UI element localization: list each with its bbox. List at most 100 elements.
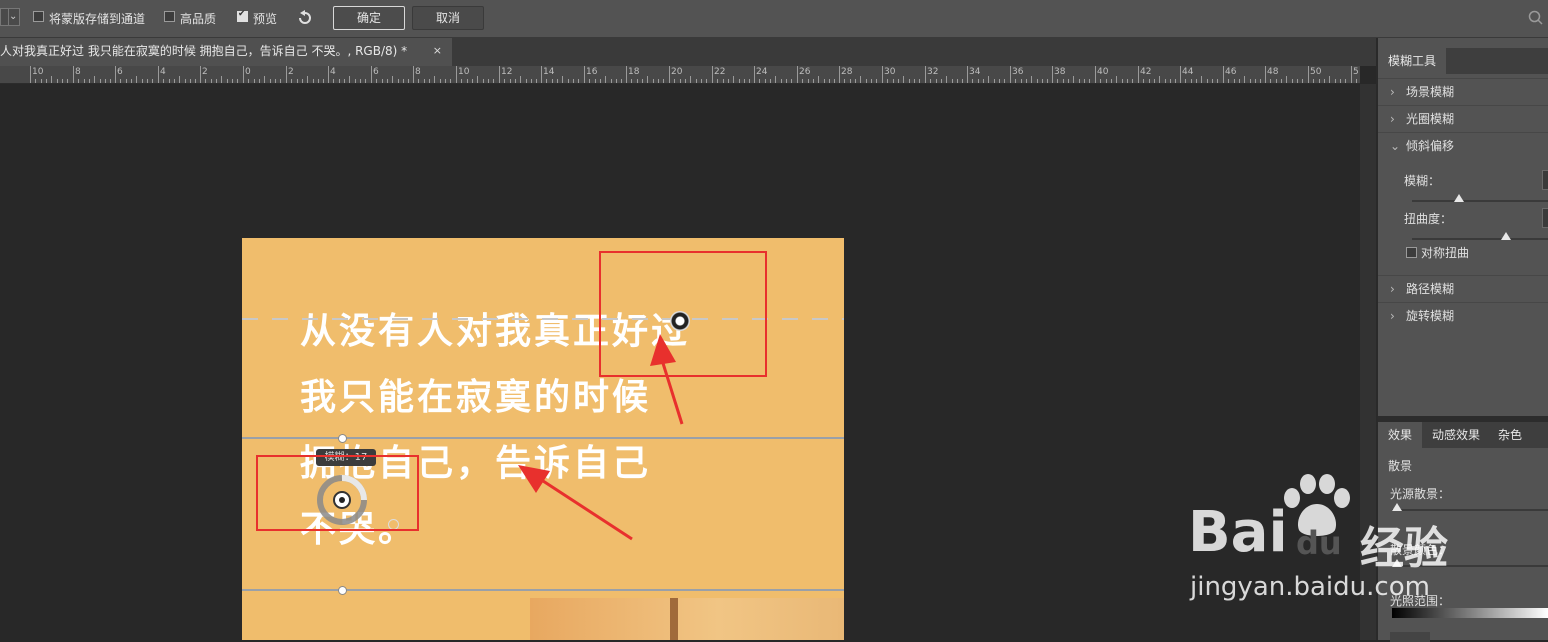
ruler-minor-tick [1345,79,1346,83]
ruler-minor-tick [759,79,760,83]
ruler-minor-tick [600,79,601,83]
ruler-minor-tick [808,79,809,83]
close-icon[interactable]: × [433,38,442,64]
ruler-minor-tick [237,79,238,83]
ruler-minor-tick [365,79,366,83]
tab-motion-effects[interactable]: 动感效果 [1422,422,1490,448]
ruler-minor-tick [1281,79,1282,83]
line-handle-top[interactable] [338,434,347,443]
red-arrow-left [518,465,633,541]
ruler-minor-tick [440,79,441,83]
ruler-minor-tick [349,76,350,83]
ruler-minor-tick [387,79,388,83]
panel-item-tilt-shift[interactable]: ⌄ 倾斜偏移 [1378,132,1548,159]
ruler-label: 48 [1267,67,1279,77]
cancel-button[interactable]: 取消 [412,6,484,30]
ruler-minor-tick [557,79,558,83]
ruler-minor-tick [770,79,771,83]
distortion-field[interactable] [1542,208,1548,228]
ruler-minor-tick [1201,76,1202,83]
ruler-minor-tick [307,76,308,83]
panel-item-field-blur[interactable]: › 场景模糊 [1378,78,1548,105]
ruler-minor-tick [1319,79,1320,83]
search-icon[interactable] [1528,10,1544,26]
ruler-minor-tick [1329,76,1330,83]
distortion-thumb[interactable] [1501,232,1511,240]
distortion-slider[interactable] [1412,238,1548,240]
ruler-minor-tick [1127,79,1128,83]
ruler-label: 36 [1012,67,1024,77]
panel-item-iris-blur[interactable]: › 光圈模糊 [1378,105,1548,132]
ruler-minor-tick [408,79,409,83]
panel-item-spin-blur[interactable]: › 旋转模糊 [1378,302,1548,329]
preview-checkbox[interactable] [237,9,248,22]
ruler-minor-tick [994,79,995,83]
blur-amount-thumb[interactable] [1454,194,1464,202]
ruler-minor-tick [313,79,314,83]
document-tab[interactable]: 人对我真正好过 我只能在寂寞的时候 拥抱自己，告诉自己 不哭。, RGB/8) … [0,38,452,66]
ruler-minor-tick [1228,79,1229,83]
ruler-major-tick [626,66,627,83]
ruler-minor-tick [744,79,745,83]
document-title: 人对我真正好过 我只能在寂寞的时候 拥抱自己，告诉自己 不哭。, RGB/8) … [0,44,408,58]
ruler-minor-tick [51,76,52,83]
ruler-minor-tick [1132,79,1133,83]
blur-amount-field[interactable] [1542,170,1548,190]
ruler-minor-tick [589,79,590,83]
ruler-minor-tick [1234,79,1235,83]
ruler-label: 6 [373,67,379,77]
focus-line-top[interactable] [242,437,844,439]
ruler-minor-tick [227,79,228,83]
reset-icon[interactable] [296,9,314,27]
ruler-label: 5 [1353,67,1359,77]
line-handle-bottom[interactable] [338,586,347,595]
ruler-minor-tick [631,79,632,83]
light-bokeh-label: 光源散景： [1390,487,1451,501]
effects-tabbar: 效果 动感效果 杂色 [1378,422,1548,448]
ruler-minor-tick [829,79,830,83]
ruler-minor-tick [637,79,638,83]
ruler-minor-tick [983,79,984,83]
ruler-label: 12 [501,67,513,77]
ruler-minor-tick [1297,79,1298,83]
focus-line-bottom[interactable] [242,589,844,591]
ruler-minor-tick [813,79,814,83]
ruler-label: 44 [1182,67,1194,77]
panel-item-label: 场景模糊 [1406,85,1455,99]
ruler-minor-tick [919,79,920,83]
tab-effects[interactable]: 效果 [1378,422,1423,448]
ruler-minor-tick [536,79,537,83]
light-range-handle[interactable] [1390,632,1430,642]
light-range-gradient[interactable] [1392,608,1548,618]
ruler-minor-tick [1286,76,1287,83]
tab-blur-tools[interactable]: 模糊工具 [1378,48,1447,74]
ruler-minor-tick [41,79,42,83]
save-mask-checkbox[interactable] [33,11,44,22]
ruler-minor-tick [1196,79,1197,83]
preset-dropdown[interactable]: ⌄ [0,8,20,26]
panel-item-label: 旋转模糊 [1406,309,1455,323]
ruler-major-tick [73,66,74,83]
ok-button[interactable]: 确定 [333,6,405,30]
ruler-label: 6 [117,67,123,77]
tab-noise[interactable]: 杂色 [1488,422,1532,448]
ruler-minor-tick [221,76,222,83]
light-bokeh-slider[interactable] [1392,509,1548,511]
chevron-right-icon: › [1390,309,1395,323]
ruler-minor-tick [802,79,803,83]
ruler-label: 22 [714,67,726,77]
symmetric-distortion-label: 对称扭曲 [1421,246,1470,260]
high-quality-checkbox[interactable] [164,11,175,22]
ruler-minor-tick [1217,79,1218,83]
ruler-minor-tick [1031,76,1032,83]
panel-item-path-blur[interactable]: › 路径模糊 [1378,275,1548,302]
ruler-minor-tick [100,79,101,83]
photo-strip [530,598,844,640]
symmetric-distortion-checkbox[interactable] [1406,247,1417,258]
light-bokeh-thumb[interactable] [1392,503,1402,511]
blur-amount-slider[interactable] [1412,200,1548,202]
ruler-minor-tick [1084,79,1085,83]
ruler-major-tick [1095,66,1096,83]
ruler-minor-tick [488,79,489,83]
ruler-label: 2 [202,67,208,77]
